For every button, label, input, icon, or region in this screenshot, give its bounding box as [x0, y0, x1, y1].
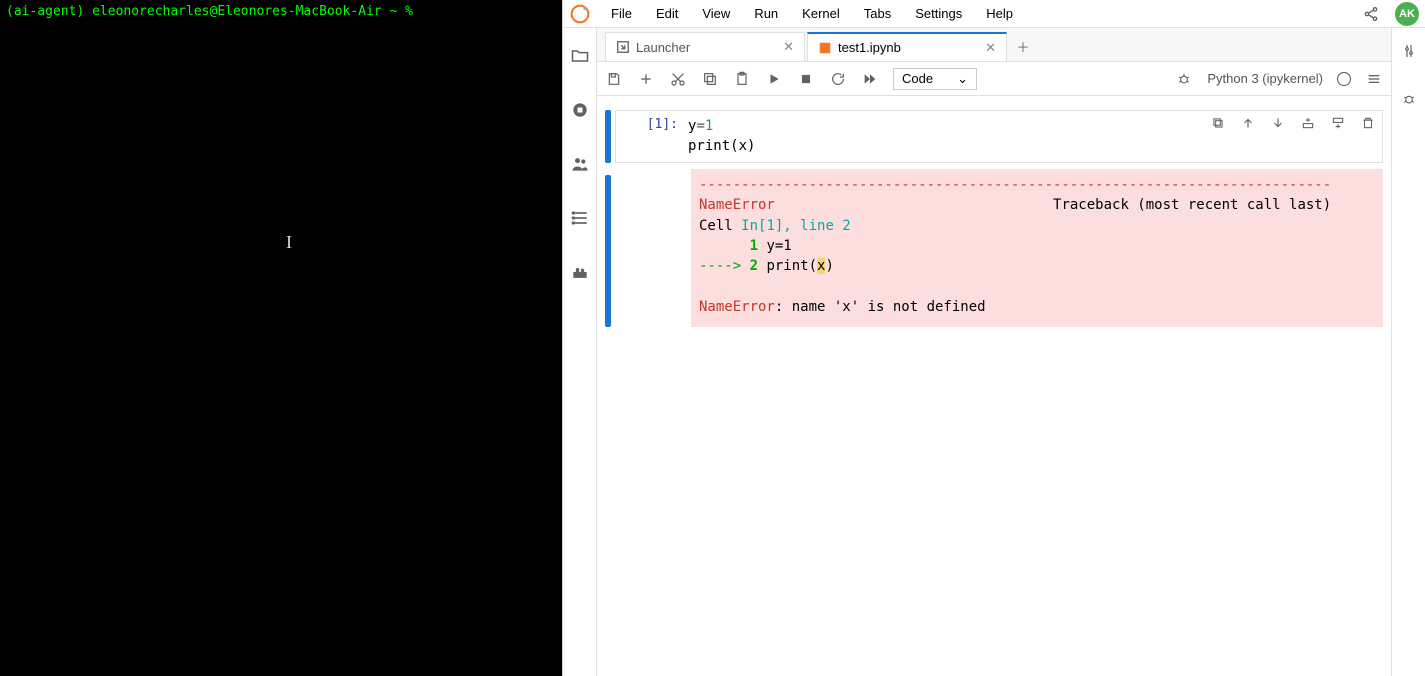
output-row: ----------------------------------------… — [605, 169, 1383, 327]
kernel-status-icon — [1337, 72, 1351, 86]
menu-help[interactable]: Help — [976, 4, 1023, 23]
cell-output-error: ----------------------------------------… — [691, 169, 1383, 327]
bug-icon[interactable] — [1175, 70, 1193, 88]
delete-icon[interactable] — [1360, 115, 1376, 131]
input-prompt: [1]: — [616, 117, 688, 156]
restart-icon[interactable] — [829, 70, 847, 88]
fast-forward-icon[interactable] — [861, 70, 879, 88]
more-icon[interactable] — [1365, 70, 1383, 88]
tab-label: test1.ipynb — [838, 40, 901, 55]
extensions-icon[interactable] — [570, 262, 590, 282]
terminal-userhost: eleonorecharles@Eleonores-MacBook-Air ~ … — [92, 4, 421, 19]
menubar: File Edit View Run Kernel Tabs Settings … — [563, 0, 1425, 28]
close-icon[interactable]: ✕ — [985, 40, 996, 56]
save-icon[interactable] — [605, 70, 623, 88]
menu-run[interactable]: Run — [744, 4, 788, 23]
terminal-prompt-line: (ai-agent) eleonorecharles@Eleonores-Mac… — [6, 4, 556, 19]
insert-below-icon[interactable] — [1330, 115, 1346, 131]
tab-launcher[interactable]: Launcher ✕ — [605, 32, 805, 61]
cut-icon[interactable] — [669, 70, 687, 88]
notebook-toolbar: Code ⌄ Python 3 (ipykernel) — [597, 62, 1391, 96]
tab-bar: Launcher ✕ test1.ipynb ✕ ＋ — [597, 28, 1391, 62]
menu-settings[interactable]: Settings — [905, 4, 972, 23]
copy-icon[interactable] — [701, 70, 719, 88]
left-sidebar — [563, 28, 597, 676]
run-icon[interactable] — [765, 70, 783, 88]
tab-notebook[interactable]: test1.ipynb ✕ — [807, 32, 1007, 61]
folder-icon[interactable] — [570, 46, 590, 66]
jupyter-app: File Edit View Run Kernel Tabs Settings … — [562, 0, 1425, 676]
share-icon[interactable] — [1357, 6, 1385, 22]
right-sidebar — [1391, 28, 1425, 676]
close-icon[interactable]: ✕ — [783, 39, 794, 55]
duplicate-icon[interactable] — [1210, 115, 1226, 131]
code-editor[interactable]: y=1 print(x) — [688, 117, 755, 156]
terminal-pane[interactable]: (ai-agent) eleonorecharles@Eleonores-Mac… — [0, 0, 562, 676]
move-up-icon[interactable] — [1240, 115, 1256, 131]
user-avatar[interactable]: AK — [1395, 2, 1419, 26]
cell-type-select[interactable]: Code ⌄ — [893, 68, 977, 90]
cell-type-value: Code — [902, 71, 933, 86]
menu-file[interactable]: File — [601, 4, 642, 23]
add-tab-button[interactable]: ＋ — [1009, 32, 1037, 61]
add-cell-icon[interactable] — [637, 70, 655, 88]
menu-edit[interactable]: Edit — [646, 4, 688, 23]
running-icon[interactable] — [570, 100, 590, 120]
insert-above-icon[interactable] — [1300, 115, 1316, 131]
notebook-area[interactable]: [1]: y=1 print(x) — [597, 96, 1391, 676]
chevron-down-icon: ⌄ — [957, 71, 968, 87]
terminal-env: (ai-agent) — [6, 4, 92, 19]
debugger-icon[interactable] — [1400, 90, 1418, 108]
cell-actions — [1210, 115, 1376, 131]
cell-row: [1]: y=1 print(x) — [605, 110, 1383, 163]
notebook-tab-icon — [818, 41, 832, 55]
paste-icon[interactable] — [733, 70, 751, 88]
output-gutter — [605, 175, 611, 327]
users-icon[interactable] — [570, 154, 590, 174]
menu-kernel[interactable]: Kernel — [792, 4, 850, 23]
menu-tabs[interactable]: Tabs — [854, 4, 901, 23]
tab-label: Launcher — [636, 40, 690, 55]
kernel-name[interactable]: Python 3 (ipykernel) — [1207, 71, 1323, 86]
code-cell-input[interactable]: [1]: y=1 print(x) — [615, 110, 1383, 163]
menu-view[interactable]: View — [692, 4, 740, 23]
center-column: Launcher ✕ test1.ipynb ✕ ＋ — [597, 28, 1391, 676]
text-cursor-icon: I — [286, 232, 292, 253]
stop-icon[interactable] — [797, 70, 815, 88]
jupyter-logo-icon — [569, 3, 591, 25]
move-down-icon[interactable] — [1270, 115, 1286, 131]
cell-gutter — [605, 110, 611, 163]
property-inspector-icon[interactable] — [1400, 42, 1418, 60]
toc-icon[interactable] — [570, 208, 590, 228]
launcher-tab-icon — [616, 40, 630, 54]
